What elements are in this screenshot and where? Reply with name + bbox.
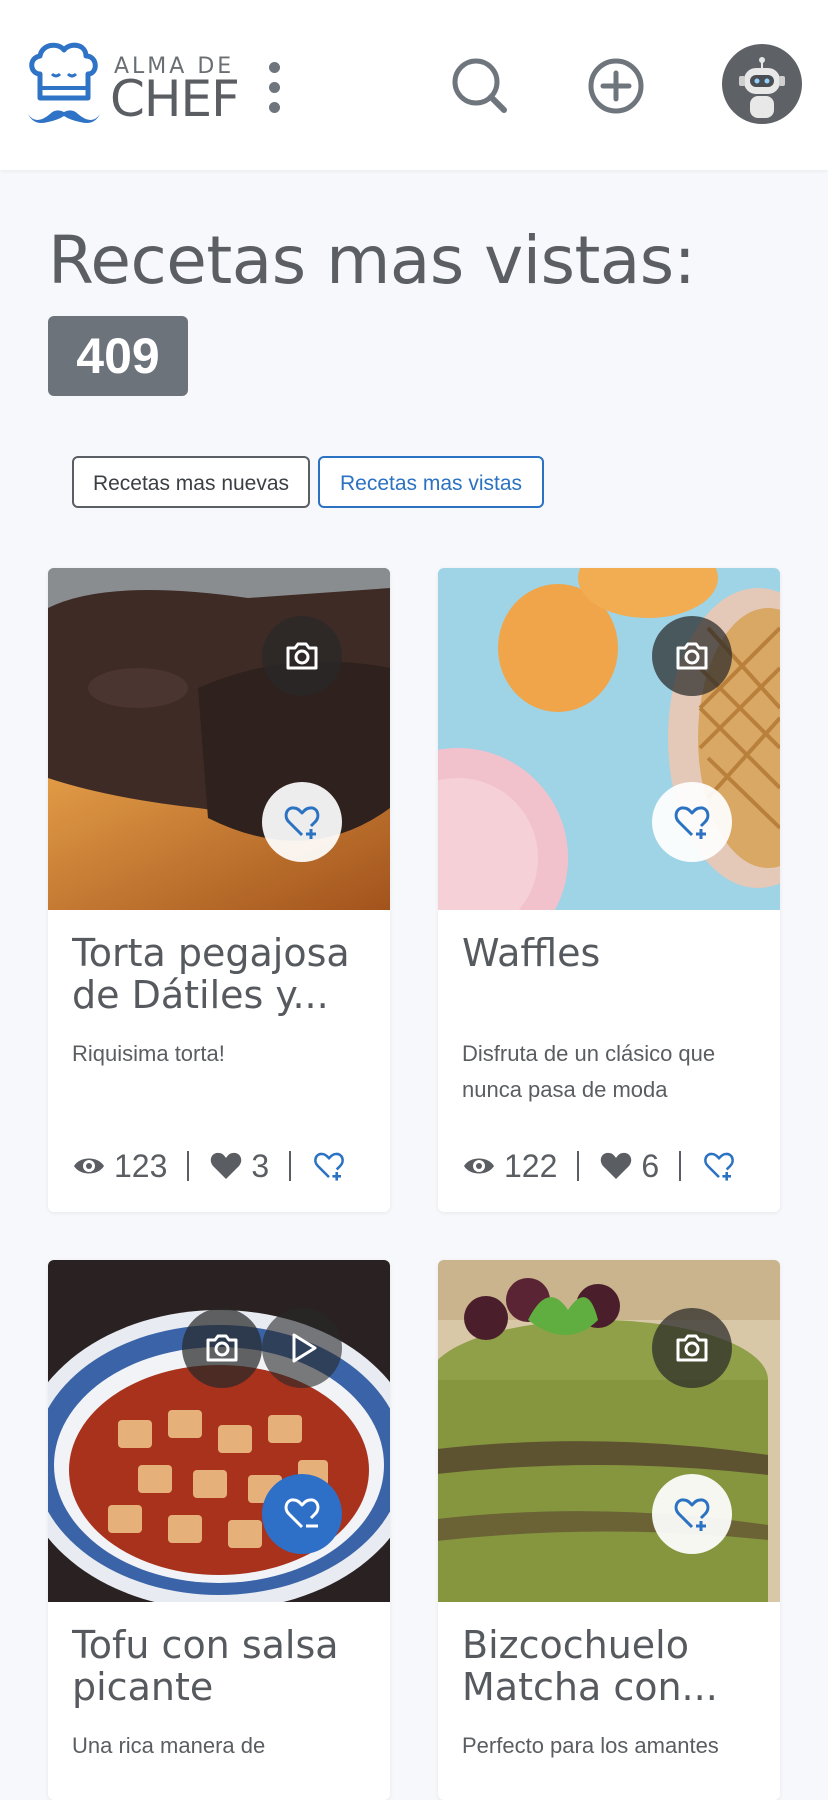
divider <box>289 1151 292 1181</box>
video-button[interactable] <box>262 1308 342 1388</box>
add-favorite-button[interactable] <box>652 782 732 862</box>
recipe-image[interactable] <box>438 568 780 910</box>
top-navbar: ALMA DE CHEF <box>0 0 828 170</box>
heart-plus-icon <box>674 1498 710 1531</box>
recipe-stats: 122 6 <box>462 1146 762 1186</box>
recipe-stats: 123 3 <box>72 1146 372 1186</box>
recipe-description: Riquisima torta! <box>72 1041 225 1066</box>
recipe-title[interactable]: Waffles <box>462 932 762 974</box>
likes-stat: 6 <box>599 1148 659 1185</box>
views-stat: 123 <box>72 1148 167 1185</box>
kebab-menu-icon[interactable] <box>264 60 284 114</box>
heart-icon <box>601 1152 632 1179</box>
eye-icon <box>464 1158 494 1174</box>
likes-count: 3 <box>251 1147 270 1184</box>
divider <box>577 1151 580 1181</box>
views-count: 123 <box>114 1147 168 1184</box>
robot-avatar-icon <box>739 57 785 118</box>
search-icon <box>452 58 507 113</box>
add-favorite-button[interactable] <box>262 782 342 862</box>
recipe-description: Una rica manera de <box>72 1733 266 1758</box>
heart-plus-icon <box>314 1152 345 1181</box>
recipe-description: Disfruta de un clásico que nunca pasa de… <box>462 1041 716 1102</box>
photo-button[interactable] <box>652 616 732 696</box>
divider <box>679 1151 682 1181</box>
chef-hat-logo-icon <box>28 42 100 123</box>
camera-icon <box>286 642 318 670</box>
heart-plus-icon <box>284 806 320 839</box>
page-title: Recetas mas vistas: <box>48 222 696 299</box>
heart-plus-icon <box>704 1152 735 1181</box>
filter-newest-button[interactable]: Recetas mas nuevas <box>72 456 310 508</box>
site-logo[interactable]: ALMA DE CHEF <box>26 40 240 130</box>
photo-button[interactable] <box>652 1308 732 1388</box>
camera-icon <box>676 1334 708 1362</box>
recipe-title[interactable]: Bizcochuelo Matcha con... <box>462 1624 762 1708</box>
views-count: 122 <box>504 1147 558 1184</box>
recipe-title[interactable]: Tofu con salsa picante <box>72 1624 372 1708</box>
likes-count: 6 <box>641 1147 660 1184</box>
add-circle-icon <box>588 58 644 114</box>
favorite-toggle[interactable] <box>701 1148 745 1184</box>
recipe-card[interactable]: Bizcochuelo Matcha con... Perfecto para … <box>438 1260 780 1800</box>
recipe-image[interactable] <box>48 568 390 910</box>
recipe-card[interactable]: Waffles Disfruta de un clásico que nunca… <box>438 568 780 1212</box>
user-avatar[interactable] <box>722 44 802 124</box>
recipe-count-badge: 409 <box>48 316 188 396</box>
eye-icon <box>74 1158 104 1174</box>
add-favorite-button[interactable] <box>652 1474 732 1554</box>
camera-icon <box>676 642 708 670</box>
remove-favorite-button[interactable] <box>262 1474 342 1554</box>
divider <box>187 1151 190 1181</box>
views-stat: 122 <box>462 1148 557 1185</box>
likes-stat: 3 <box>209 1148 269 1185</box>
filter-most-viewed-button[interactable]: Recetas mas vistas <box>318 456 544 508</box>
play-icon <box>292 1333 317 1363</box>
recipe-card[interactable]: Torta pegajosa de Dátiles y... Riquisima… <box>48 568 390 1212</box>
search-button[interactable] <box>450 56 510 116</box>
heart-plus-icon <box>674 806 710 839</box>
favorite-toggle[interactable] <box>311 1148 355 1184</box>
heart-minus-icon <box>284 1498 320 1529</box>
camera-icon <box>206 1334 238 1362</box>
logo-text-bottom: CHEF <box>110 70 240 128</box>
recipe-description: Perfecto para los amantes <box>462 1733 719 1758</box>
heart-icon <box>211 1152 242 1179</box>
recipe-card[interactable]: Tofu con salsa picante Una rica manera d… <box>48 1260 390 1800</box>
add-recipe-button[interactable] <box>586 56 646 116</box>
photo-button[interactable] <box>182 1308 262 1388</box>
photo-button[interactable] <box>262 616 342 696</box>
recipe-image[interactable] <box>48 1260 390 1602</box>
recipe-title[interactable]: Torta pegajosa de Dátiles y... <box>72 932 372 1016</box>
recipe-image[interactable] <box>438 1260 780 1602</box>
